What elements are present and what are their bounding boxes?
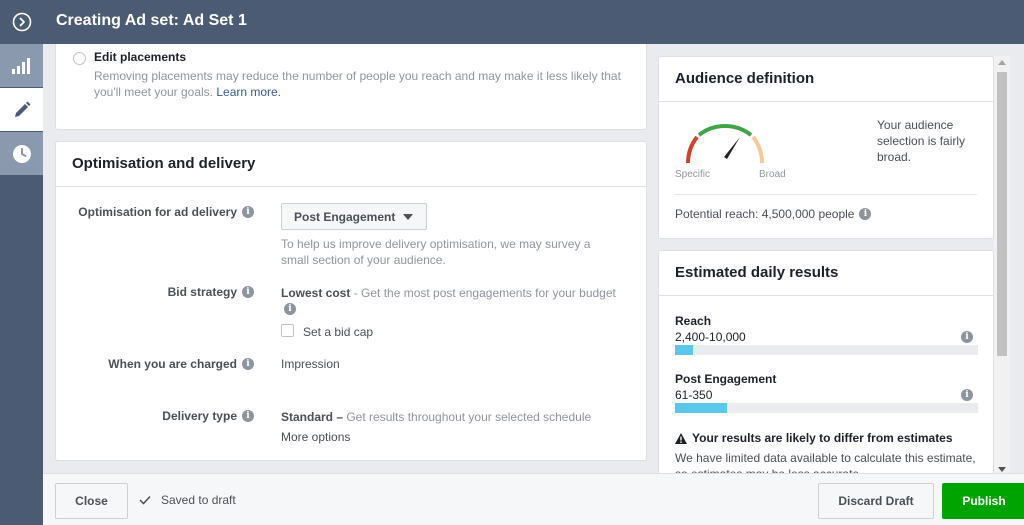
optimisation-hint: To help us improve delivery optimisation…: [281, 237, 591, 267]
delivery-type-value: Standard – Get results throughout your s…: [281, 409, 626, 425]
caret-down-icon: [403, 214, 413, 220]
optimisation-label: Optimisation for ad delivery: [78, 205, 237, 219]
charged-label-row: When you are charged i: [108, 357, 254, 371]
checkmark-icon: [139, 495, 151, 505]
bar-chart-icon: [11, 57, 30, 74]
audience-description: Your audience selection is fairly broad.: [877, 118, 966, 164]
warning-text: Your results are likely to differ from e…: [692, 431, 953, 445]
saved-status-text: Saved to draft: [161, 493, 236, 507]
engagement-bar-fill: [675, 403, 727, 413]
audience-definition-card: Audience definition Specific Broad Your …: [658, 56, 994, 239]
info-icon[interactable]: i: [961, 389, 973, 401]
optimisation-dropdown[interactable]: Post Engagement: [281, 203, 427, 230]
edit-placements-label: Edit placements: [94, 50, 187, 64]
placements-description: Removing placements may reduce the numbe…: [94, 68, 634, 100]
bid-strategy-name: Lowest cost: [281, 286, 351, 300]
charged-value: Impression: [281, 357, 340, 371]
bid-strategy-label-row: Bid strategy i: [168, 285, 254, 299]
scroll-up-icon[interactable]: [998, 60, 1006, 65]
info-icon[interactable]: i: [859, 208, 872, 220]
gauge-specific-label: Specific: [675, 169, 711, 180]
clock-icon: [12, 144, 31, 163]
gauge-needle: [724, 137, 740, 159]
engagement-bar: [675, 403, 978, 413]
bid-strategy-label: Bid strategy: [167, 285, 237, 299]
discard-draft-button[interactable]: Discard Draft: [818, 483, 934, 519]
reach-bar: [675, 345, 978, 355]
expand-rail-button[interactable]: [0, 0, 43, 43]
window-title: Creating Ad set: Ad Set 1: [56, 12, 247, 29]
bid-cap-label: Set a bid cap: [303, 325, 374, 339]
close-button[interactable]: Close: [55, 483, 128, 519]
title-bar: Creating Ad set: Ad Set 1: [43, 0, 1024, 44]
audience-divider: [675, 194, 977, 195]
scroll-down-icon[interactable]: [998, 467, 1006, 472]
engagement-value: 61-350: [675, 388, 713, 402]
warning-description: We have limited data available to calcul…: [675, 451, 976, 473]
more-options-link[interactable]: More options: [281, 430, 350, 444]
charged-label: When you are charged: [108, 357, 237, 371]
scrollbar-thumb[interactable]: [997, 72, 1007, 356]
delivery-type-label: Delivery type: [162, 409, 237, 423]
potential-reach-row: Potential reach: 4,500,000 people i: [675, 207, 872, 221]
reach-value: 2,400-10,000: [675, 330, 746, 344]
publish-button[interactable]: Publish: [942, 483, 1024, 519]
info-icon[interactable]: i: [242, 286, 254, 298]
bid-cap-checkbox[interactable]: [281, 324, 294, 337]
placements-warning-text: Removing placements may reduce the numbe…: [94, 69, 621, 99]
estimates-title: Estimated daily results: [659, 251, 993, 296]
learn-more-link[interactable]: Learn more.: [216, 85, 281, 99]
optimisation-title: Optimisation and delivery: [56, 142, 646, 187]
optimisation-card: Optimisation and delivery Optimisation f…: [55, 141, 647, 461]
edit-placements-radio[interactable]: [73, 52, 86, 65]
info-icon[interactable]: i: [242, 206, 254, 218]
right-panel-scrollbar[interactable]: [994, 56, 1010, 473]
optimisation-label-row: Optimisation for ad delivery i: [78, 205, 254, 219]
estimated-results-card: Estimated daily results Reach 2,400-10,0…: [658, 250, 994, 473]
delivery-type-label-row: Delivery type i: [162, 409, 254, 423]
info-icon[interactable]: i: [242, 410, 254, 422]
left-rail: [0, 0, 43, 525]
footer-bar: Close Saved to draft Discard Draft Publi…: [43, 473, 1024, 525]
chevron-right-circle-icon: [12, 12, 31, 31]
reach-label: Reach: [675, 314, 712, 328]
editor-content: Edit placements Removing placements may …: [43, 44, 1024, 473]
audience-title: Audience definition: [659, 57, 993, 102]
rail-edit-button[interactable]: [0, 88, 43, 131]
info-icon[interactable]: i: [961, 331, 973, 343]
estimate-warning: Your results are likely to differ from e…: [675, 431, 953, 445]
info-icon[interactable]: i: [284, 303, 296, 315]
bid-strategy-value: Lowest cost - Get the most post engageme…: [281, 285, 626, 301]
delivery-type-desc: Get results throughout your selected sch…: [343, 410, 592, 424]
optimisation-value: Post Engagement: [294, 209, 396, 224]
delivery-type-name: Standard –: [281, 410, 344, 424]
warning-icon: [675, 432, 687, 444]
reach-bar-fill: [675, 345, 694, 355]
rail-chart-button[interactable]: [0, 44, 43, 87]
saved-status: Saved to draft: [139, 493, 236, 507]
audience-gauge: [685, 124, 765, 164]
info-icon[interactable]: i: [242, 358, 254, 370]
rail-history-button[interactable]: [0, 132, 43, 175]
pencil-icon: [14, 101, 30, 117]
bid-strategy-desc: - Get the most post engagements for your…: [350, 286, 616, 300]
gauge-broad-label: Broad: [759, 169, 786, 180]
placements-card: Edit placements Removing placements may …: [55, 44, 647, 130]
engagement-label: Post Engagement: [675, 372, 777, 386]
potential-reach-text: Potential reach: 4,500,000 people: [675, 207, 855, 221]
